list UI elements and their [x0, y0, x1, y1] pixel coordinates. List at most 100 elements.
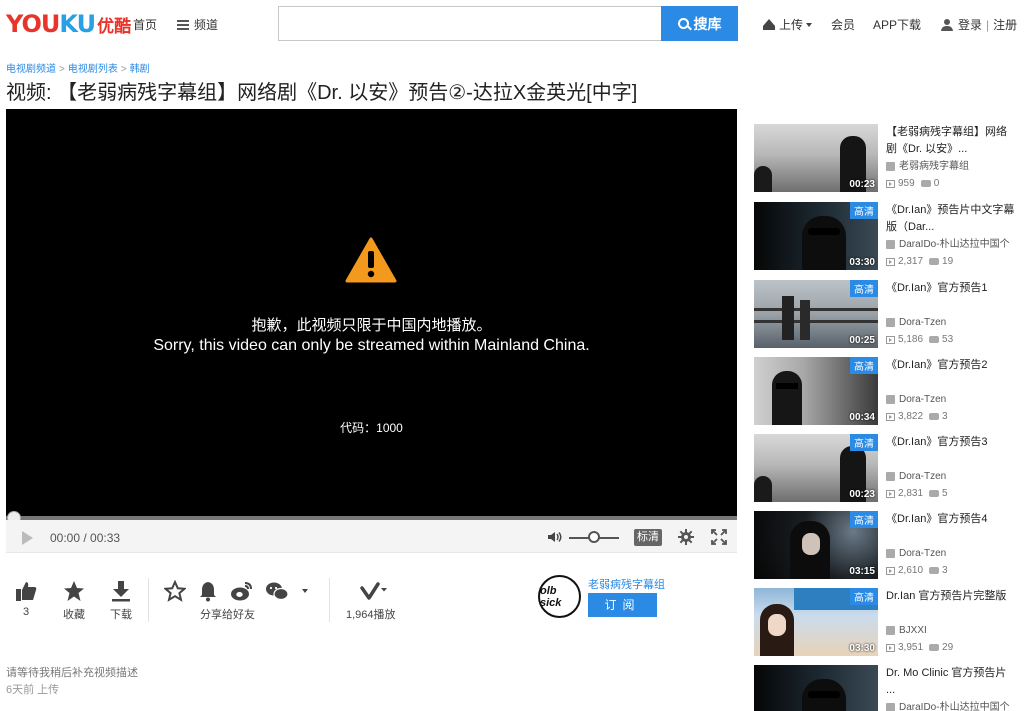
volume-handle[interactable] — [588, 531, 600, 543]
duration: 00:34 — [849, 412, 875, 423]
related-video[interactable]: 高清 00:34 《Dr.Ian》官方预告2 Dora-Tzen 3,822 3 — [754, 357, 1024, 425]
user-icon — [886, 626, 895, 635]
search-input[interactable] — [279, 7, 662, 40]
wechat-icon[interactable] — [265, 580, 289, 602]
breadcrumb-sep: > — [59, 64, 65, 75]
comment-icon — [929, 567, 940, 574]
hd-badge: 高清 — [850, 434, 878, 451]
video-title[interactable]: Dr.Ian 官方预告片完整版 — [886, 588, 1016, 622]
play-icon — [886, 335, 895, 344]
plays: 2,317 — [898, 256, 924, 267]
weibo-icon[interactable] — [230, 580, 254, 602]
related-video[interactable]: 高清 03:30 Dr.Ian 官方预告片完整版 BJXXI 3,951 29 — [754, 588, 1024, 656]
video-title[interactable]: 【老弱病残字幕组】网络剧《Dr. 以安》... — [886, 124, 1016, 158]
duration: 03:30 — [849, 257, 875, 268]
logo-cn: 优酷 — [97, 16, 132, 36]
channel-name[interactable]: 老弱病残字幕组 — [588, 576, 665, 592]
duration: 00:25 — [849, 335, 875, 346]
plays: 5,186 — [898, 334, 924, 345]
video-title[interactable]: 《Dr.Ian》官方预告4 — [886, 511, 1016, 545]
account-links: 登录 | 注册 — [941, 16, 1017, 33]
uploader[interactable]: Dora-Tzen — [899, 314, 946, 331]
video-description: 请等待我稍后补充视频描述 — [6, 667, 138, 679]
channel-avatar[interactable]: olb sick — [538, 575, 581, 618]
page-title: 视频: 【老弱病残字幕组】网络剧《Dr. 以安》预告②-达拉X金英光[中字] — [6, 82, 638, 104]
related-video[interactable]: 高清 03:30 《Dr.Ian》预告片中文字幕版（Dar... DaraIDo… — [754, 202, 1024, 270]
video-title[interactable]: Dr. Mo Clinic 官方预告片 ... — [886, 665, 1016, 699]
vip-link[interactable]: 会员 — [831, 16, 855, 33]
related-video[interactable]: 高清 00:23 《Dr.Ian》官方预告3 Dora-Tzen 2,831 5 — [754, 434, 1024, 502]
uploader[interactable]: Dora-Tzen — [899, 391, 946, 408]
app-download-link[interactable]: APP下载 — [873, 16, 921, 33]
uploader[interactable]: 老弱病残字幕组 — [899, 158, 969, 175]
video-thumbnail[interactable]: 00:23 — [754, 124, 878, 192]
gear-icon[interactable] — [678, 529, 694, 545]
download-button[interactable]: 下载 — [101, 580, 141, 622]
play-icon — [886, 257, 895, 266]
nav-home-link[interactable]: 首页 — [133, 16, 157, 33]
breadcrumb-item[interactable]: 电视剧列表 — [68, 64, 118, 75]
register-link[interactable]: 注册 — [993, 16, 1017, 33]
related-video[interactable]: 高清 00:25 《Dr.Ian》官方预告1 Dora-Tzen 5,186 53 — [754, 280, 1024, 348]
comment-icon — [920, 180, 931, 187]
video-thumbnail[interactable]: 高清 03:15 — [754, 511, 878, 579]
logo-text: YOUKU — [6, 10, 96, 38]
video-title[interactable]: 《Dr.Ian》预告片中文字幕版（Dar... — [886, 202, 1016, 236]
hd-badge: 高清 — [850, 357, 878, 374]
breadcrumb-item[interactable]: 电视剧频道 — [6, 64, 56, 75]
uploader[interactable]: BJXXI — [899, 622, 927, 639]
breadcrumb-item[interactable]: 韩剧 — [130, 64, 150, 75]
hd-badge: 高清 — [850, 511, 878, 528]
video-thumbnail[interactable] — [754, 665, 878, 711]
comment-icon — [929, 490, 940, 497]
video-thumbnail[interactable]: 高清 00:23 — [754, 434, 878, 502]
related-video[interactable]: Dr. Mo Clinic 官方预告片 ... DaraIDo-朴山达拉中国个 — [754, 665, 1024, 711]
user-icon — [886, 549, 895, 558]
uploader[interactable]: DaraIDo-朴山达拉中国个 — [899, 236, 1010, 253]
video-thumbnail[interactable]: 高清 03:30 — [754, 588, 878, 656]
user-icon — [886, 240, 895, 249]
subscribe-button[interactable]: 订阅 — [588, 593, 657, 617]
nav-channel-menu[interactable]: 频道 — [177, 16, 218, 33]
upload-menu[interactable]: 上传 — [763, 16, 813, 33]
chevron-down-icon[interactable] — [302, 589, 308, 593]
search-button[interactable]: 搜库 — [661, 6, 738, 41]
video-thumbnail[interactable]: 高清 00:25 — [754, 280, 878, 348]
bell-icon[interactable] — [197, 580, 219, 602]
video-title[interactable]: 《Dr.Ian》官方预告2 — [886, 357, 1016, 391]
time-display: 00:00 / 00:33 — [50, 531, 121, 545]
duration: 00:23 — [849, 179, 875, 190]
star-icon — [64, 581, 84, 601]
comments: 3 — [942, 565, 948, 576]
divider — [148, 578, 149, 622]
video-title[interactable]: 《Dr.Ian》官方预告1 — [886, 280, 1016, 314]
fullscreen-icon[interactable] — [711, 529, 727, 545]
error-code: 代码：1000 — [340, 421, 403, 435]
comment-icon — [929, 336, 940, 343]
login-link[interactable]: 登录 — [958, 16, 982, 33]
youku-logo[interactable]: YOUKU 优酷 — [6, 9, 131, 39]
favorite-button[interactable]: 收藏 — [54, 580, 94, 622]
plays: 2,831 — [898, 488, 924, 499]
play-count: 1,964播放 — [346, 609, 396, 621]
video-title[interactable]: 《Dr.Ian》官方预告3 — [886, 434, 1016, 468]
uploader[interactable]: DaraIDo-朴山达拉中国个 — [899, 699, 1010, 711]
video-player[interactable]: 抱歉，此视频只限于中国内地播放。 Sorry, this video can o… — [6, 109, 737, 517]
quality-button[interactable]: 标清 — [634, 529, 662, 546]
comment-icon — [929, 258, 940, 265]
video-thumbnail[interactable]: 高清 00:34 — [754, 357, 878, 425]
related-video[interactable]: 00:23 【老弱病残字幕组】网络剧《Dr. 以安》... 老弱病残字幕组 95… — [754, 124, 1024, 192]
like-button[interactable]: 3 — [6, 580, 46, 618]
play-icon — [886, 179, 895, 188]
divider — [329, 578, 330, 622]
user-icon — [886, 162, 895, 171]
volume-icon[interactable] — [547, 531, 563, 543]
uploader[interactable]: Dora-Tzen — [899, 468, 946, 485]
uploader[interactable]: Dora-Tzen — [899, 545, 946, 562]
star-outline-icon[interactable] — [164, 580, 186, 602]
play-icon[interactable] — [22, 531, 33, 545]
video-thumbnail[interactable]: 高清 03:30 — [754, 202, 878, 270]
comments: 3 — [942, 411, 948, 422]
thumbs-up-icon — [16, 582, 37, 601]
related-video[interactable]: 高清 03:15 《Dr.Ian》官方预告4 Dora-Tzen 2,610 3 — [754, 511, 1024, 579]
